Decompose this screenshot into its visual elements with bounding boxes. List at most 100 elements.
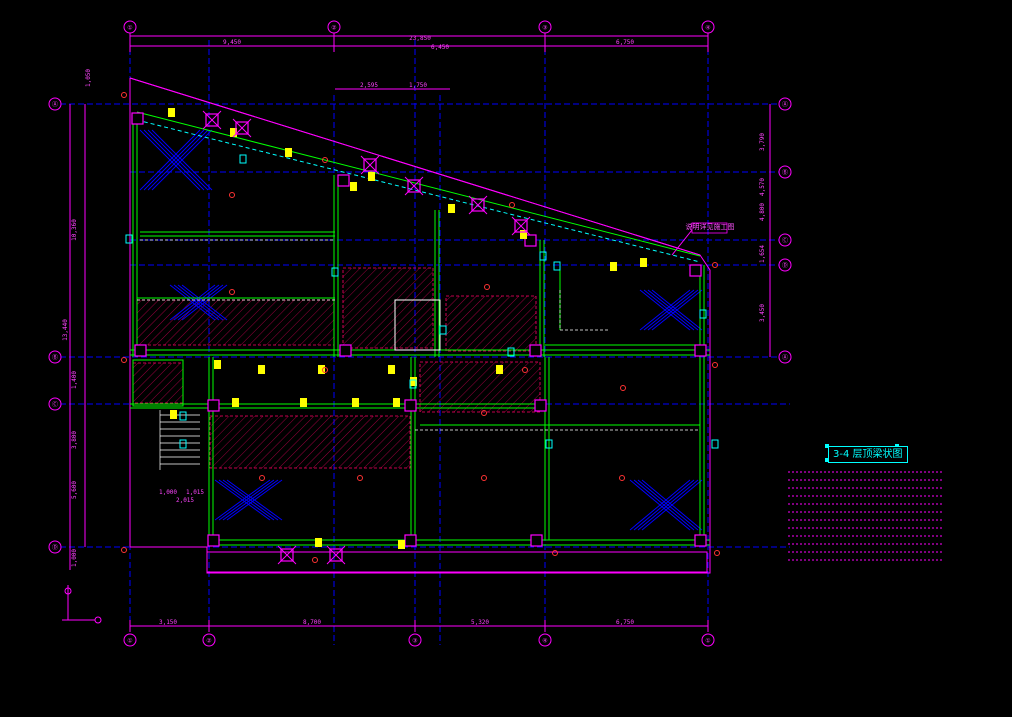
grid-bubble-right-label: Ⓒ	[782, 237, 788, 245]
marker-dot	[481, 475, 487, 481]
grid-bubble-top-label: ④	[705, 25, 710, 32]
dim-text: 1,050	[85, 69, 92, 87]
dim-text: 6,750	[616, 619, 634, 626]
slanted-beam-edge	[136, 111, 701, 257]
cad-drawing-viewport[interactable]: 9,450 23,850 6,450 6,750 2,595 1,750 3,150 8,70…	[0, 0, 1012, 717]
column	[534, 399, 547, 412]
dim-text: 5,600	[71, 481, 78, 499]
column	[337, 174, 350, 187]
grid-bubble-bottom-label: ③	[412, 638, 417, 645]
tag-marker	[179, 411, 187, 421]
dim-text: 2,595	[360, 82, 378, 89]
dim-text: 1,750	[409, 82, 427, 89]
grid-bubble-left-label: Ⓐ	[52, 101, 58, 109]
beam-label-tag	[168, 108, 175, 117]
tag-marker	[699, 309, 707, 319]
tag-marker	[179, 439, 187, 449]
marker-dot	[509, 202, 515, 208]
dim-text: 10,360	[71, 219, 78, 241]
beam-label-tag	[170, 410, 177, 419]
grid-bubble-left-label: Ⓒ	[52, 401, 58, 409]
hatched-slab	[342, 267, 434, 349]
dim-text: 6,450	[431, 44, 449, 51]
column	[404, 534, 417, 547]
beam-label-tag	[368, 172, 375, 181]
beam-label-tag	[388, 365, 395, 374]
beam-label-tag	[258, 365, 265, 374]
column	[131, 112, 144, 125]
column	[339, 344, 352, 357]
beam-label-tag	[232, 398, 239, 407]
column	[689, 264, 702, 277]
grid-bubble-bottom-label: ①	[705, 638, 710, 645]
tag-marker	[331, 267, 339, 277]
tag-marker	[439, 325, 447, 335]
marker-dot	[712, 362, 718, 368]
dim-text: 3,800	[71, 431, 78, 449]
grid-bubble-right-label: Ⓐ	[782, 101, 788, 109]
marker-dot	[121, 547, 127, 553]
dim-text: 2,015	[176, 497, 194, 504]
beam-label-tag	[285, 148, 292, 157]
beam-label-tag	[398, 540, 405, 549]
dim-text: 1,015	[186, 489, 204, 496]
marker-dot	[229, 289, 235, 295]
drawing-title: 3-4 层顶梁状图	[828, 446, 908, 463]
column	[207, 534, 220, 547]
marker-dot	[121, 92, 127, 98]
column	[207, 399, 220, 412]
floor-plan-drawing: 9,450 23,8506,450 6,750 2,595 1,750 3,150 8,70…	[48, 20, 942, 647]
grid-bubble-right-label: Ⓑ	[782, 169, 788, 177]
marker-dot	[619, 475, 625, 481]
grid-bubble-right-label: Ⓐ	[782, 354, 788, 362]
tag-marker	[711, 439, 719, 449]
tag-marker	[553, 261, 561, 271]
hatched-slab	[132, 362, 184, 404]
tag-marker	[239, 154, 247, 164]
marker-dot	[552, 550, 558, 556]
beam-label-tag	[640, 258, 647, 267]
dim-text: 3,790	[759, 133, 766, 151]
marker-dot	[229, 192, 235, 198]
grid-bubble-top-label: ③	[542, 25, 547, 32]
dim-text: 13,440	[62, 319, 69, 341]
dim-text: 6,750	[616, 39, 634, 46]
dim-text: 1,400	[71, 371, 78, 389]
hatched-slab	[209, 415, 411, 469]
marker-dot	[484, 284, 490, 290]
column	[694, 344, 707, 357]
dim-text: 9,450	[223, 39, 241, 46]
hatched-slab	[136, 299, 335, 346]
beam-label-tag	[350, 182, 357, 191]
grid-bubble-bottom-label: ②	[206, 638, 211, 645]
dim-text: 8,700	[303, 619, 321, 626]
beam-label-tag	[393, 398, 400, 407]
beam-label-tag	[214, 360, 221, 369]
beam-label-tag	[496, 365, 503, 374]
column	[134, 344, 147, 357]
grid-bubble-bottom-label: ①	[127, 638, 132, 645]
dim-text: 1,654	[759, 245, 766, 263]
dim-text: 5,320	[471, 619, 489, 626]
beam-label-tag	[300, 398, 307, 407]
hatched-slab	[445, 295, 537, 352]
ucs-origin	[94, 616, 102, 624]
beam-label-tag	[315, 538, 322, 547]
grid-bubble-top-label: ①	[127, 25, 132, 32]
marker-dot	[620, 385, 626, 391]
dim-text: 23,850	[409, 35, 431, 42]
column	[529, 344, 542, 357]
dim-text: 3,150	[159, 619, 177, 626]
grid-bubble-left-label: Ⓓ	[52, 544, 58, 552]
base-strip	[206, 551, 708, 573]
dim-text: 1,000	[71, 549, 78, 567]
marker-dot	[312, 557, 318, 563]
dim-text: 4,570	[759, 178, 766, 196]
column	[530, 534, 543, 547]
marker-dot	[714, 550, 720, 556]
grid-bubble-top-label: ②	[331, 25, 336, 32]
dim-text: 1,000	[159, 489, 177, 496]
marker-dot	[121, 357, 127, 363]
beam-label-tag	[352, 398, 359, 407]
column	[404, 399, 417, 412]
